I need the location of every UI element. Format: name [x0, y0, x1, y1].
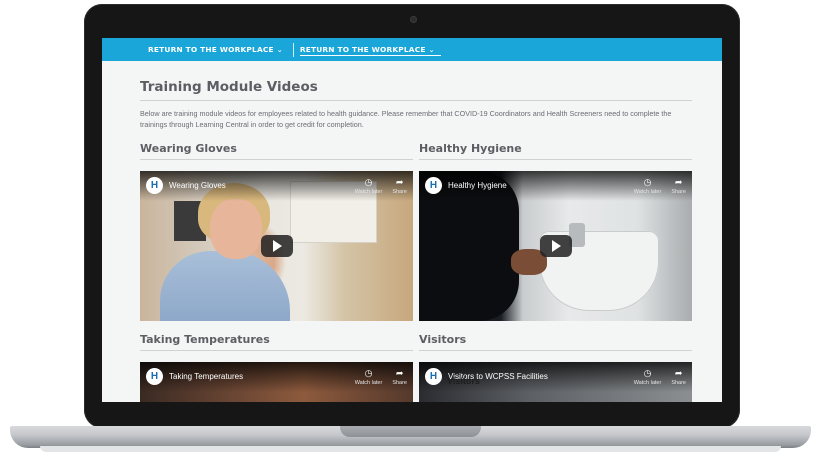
share-label: Share	[671, 189, 686, 195]
intro-text: Below are training module videos for emp…	[140, 109, 672, 129]
laptop-lid: RETURN TO THE WORKPLACE ⌄ RETURN TO THE …	[84, 4, 740, 428]
video-card-wearing-gloves: Wearing Gloves H Wearing Gloves ◷ Watch …	[140, 142, 413, 321]
page-title: Training Module Videos	[140, 79, 692, 101]
video-heading: Visitors	[419, 333, 692, 351]
nav-divider	[292, 42, 294, 57]
laptop-notch	[340, 426, 481, 437]
watch-later-label: Watch later	[633, 189, 662, 195]
top-nav: RETURN TO THE WORKPLACE ⌄ RETURN TO THE …	[102, 38, 722, 61]
video-card-taking-temperatures: Taking Temperatures H Taking Temperature…	[140, 333, 413, 402]
video-top-bar: H Healthy Hygiene ◷ Watch later ➦ Share	[419, 171, 692, 201]
watch-later-label: Watch later	[354, 189, 383, 195]
share-button[interactable]: ➦ Share	[671, 177, 686, 195]
channel-logo-icon[interactable]: H	[146, 177, 163, 194]
channel-logo-icon[interactable]: H	[425, 177, 442, 194]
watch-later-button[interactable]: ◷ Watch later	[634, 177, 662, 195]
share-label: Share	[392, 380, 407, 386]
video-heading: Wearing Gloves	[140, 142, 413, 160]
video-heading: Healthy Hygiene	[419, 142, 692, 160]
watch-later-label: Watch later	[633, 380, 662, 386]
clock-icon: ◷	[364, 368, 373, 378]
laptop-screen: RETURN TO THE WORKPLACE ⌄ RETURN TO THE …	[102, 38, 722, 402]
share-button[interactable]: ➦ Share	[671, 368, 686, 386]
chevron-down-icon: ⌄	[428, 45, 435, 54]
video-heading: Taking Temperatures	[140, 333, 413, 351]
video-title[interactable]: Healthy Hygiene	[448, 181, 624, 190]
share-label: Share	[392, 189, 407, 195]
play-icon[interactable]	[260, 235, 293, 257]
watch-later-button[interactable]: ◷ Watch later	[634, 368, 662, 386]
main-content: Training Module Videos Below are trainin…	[102, 79, 722, 402]
chevron-down-icon: ⌄	[276, 45, 283, 54]
video-grid: Wearing Gloves H Wearing Gloves ◷ Watch …	[140, 142, 692, 402]
video-card-healthy-hygiene: Healthy Hygiene H Healthy Hygiene ◷ Watc…	[419, 142, 692, 321]
laptop-base-shadow	[40, 446, 781, 452]
nav-item-label: RETURN TO THE WORKPLACE	[148, 45, 274, 54]
presenter-image	[160, 251, 290, 321]
video-player[interactable]: H Healthy Hygiene ◷ Watch later ➦ Share	[419, 171, 692, 321]
share-arrow-icon: ➦	[395, 177, 404, 187]
video-title[interactable]: Taking Temperatures	[169, 372, 345, 381]
share-button[interactable]: ➦ Share	[392, 177, 407, 195]
video-top-bar: H Taking Temperatures ◷ Watch later ➦ Sh…	[140, 362, 413, 392]
presenter-face	[210, 199, 262, 259]
share-button[interactable]: ➦ Share	[392, 368, 407, 386]
video-overlay-text: Visitors	[447, 376, 480, 386]
nav-return-to-workplace[interactable]: RETURN TO THE WORKPLACE ⌄	[148, 45, 289, 54]
channel-logo-icon[interactable]: H	[146, 368, 163, 385]
channel-logo-icon[interactable]: H	[425, 368, 442, 385]
play-icon[interactable]	[539, 235, 572, 257]
video-player[interactable]: H Visitors to WCPSS Facilities ◷ Watch l…	[419, 362, 692, 402]
video-title[interactable]: Wearing Gloves	[169, 181, 345, 190]
video-card-visitors: Visitors H Visitors to WCPSS Facilities …	[419, 333, 692, 402]
clock-icon: ◷	[643, 368, 652, 378]
watch-later-label: Watch later	[354, 380, 383, 386]
video-top-bar: H Wearing Gloves ◷ Watch later ➦ Share	[140, 171, 413, 201]
clock-icon: ◷	[643, 177, 652, 187]
watch-later-button[interactable]: ◷ Watch later	[355, 177, 383, 195]
clock-icon: ◷	[364, 177, 373, 187]
watch-later-button[interactable]: ◷ Watch later	[355, 368, 383, 386]
video-player[interactable]: H Wearing Gloves ◷ Watch later ➦ Share	[140, 171, 413, 321]
video-player[interactable]: H Taking Temperatures ◷ Watch later ➦ Sh…	[140, 362, 413, 402]
share-label: Share	[671, 380, 686, 386]
webcam	[410, 16, 417, 23]
nav-return-to-workplace-active[interactable]: RETURN TO THE WORKPLACE ⌄	[299, 45, 441, 56]
share-arrow-icon: ➦	[674, 368, 683, 378]
nav-item-label: RETURN TO THE WORKPLACE	[299, 45, 426, 54]
share-arrow-icon: ➦	[674, 177, 683, 187]
share-arrow-icon: ➦	[395, 368, 404, 378]
